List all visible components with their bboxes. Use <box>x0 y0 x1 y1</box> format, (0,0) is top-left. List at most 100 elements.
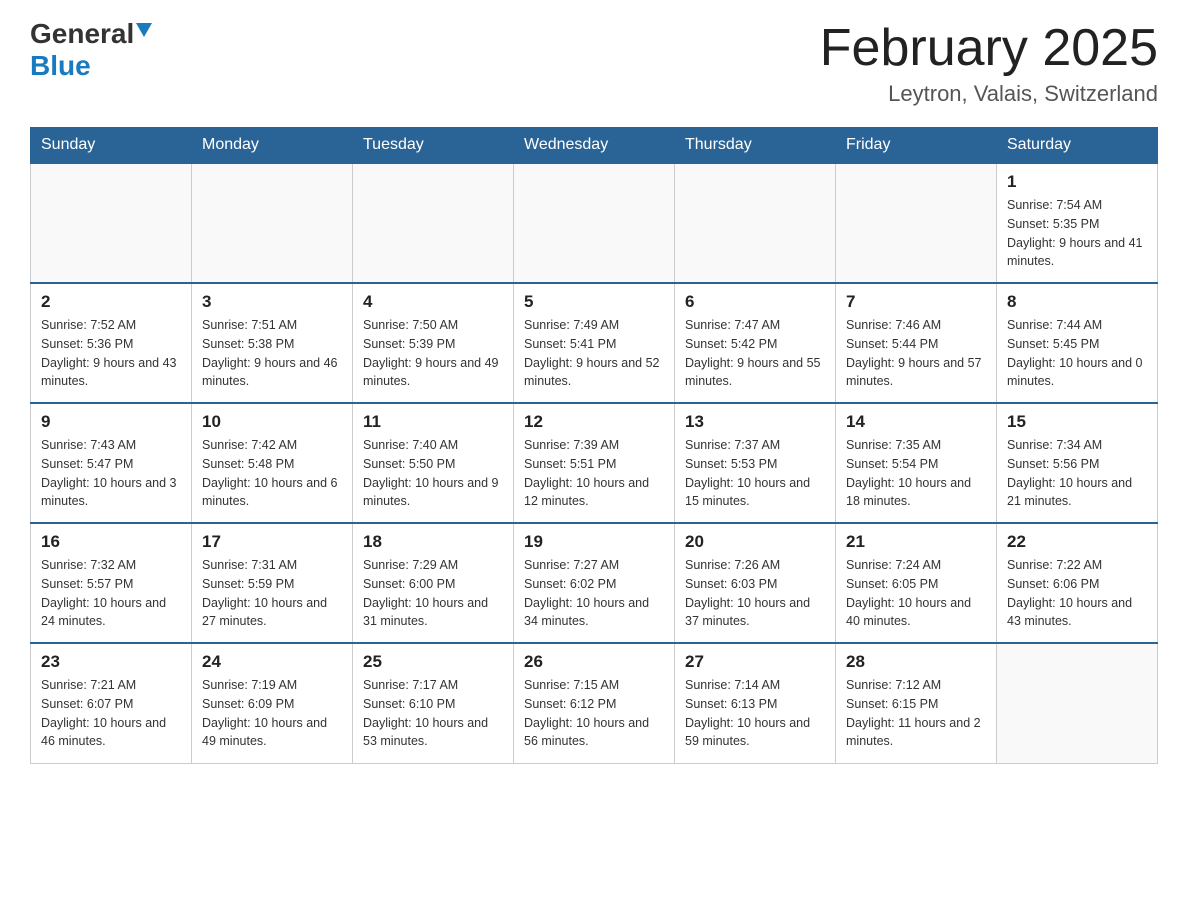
day-number: 27 <box>685 652 825 672</box>
calendar-cell: 12 Sunrise: 7:39 AMSunset: 5:51 PMDayligh… <box>514 403 675 523</box>
calendar-cell <box>192 163 353 283</box>
day-info: Sunrise: 7:24 AMSunset: 6:05 PMDaylight:… <box>846 556 986 631</box>
day-info: Sunrise: 7:22 AMSunset: 6:06 PMDaylight:… <box>1007 556 1147 631</box>
day-info: Sunrise: 7:46 AMSunset: 5:44 PMDaylight:… <box>846 316 986 391</box>
week-row-2: 2 Sunrise: 7:52 AMSunset: 5:36 PMDaylight… <box>31 283 1158 403</box>
calendar-cell: 18 Sunrise: 7:29 AMSunset: 6:00 PMDayligh… <box>353 523 514 643</box>
day-number: 17 <box>202 532 342 552</box>
calendar-cell: 22 Sunrise: 7:22 AMSunset: 6:06 PMDayligh… <box>997 523 1158 643</box>
day-info: Sunrise: 7:15 AMSunset: 6:12 PMDaylight:… <box>524 676 664 751</box>
day-info: Sunrise: 7:52 AMSunset: 5:36 PMDaylight:… <box>41 316 181 391</box>
day-number: 8 <box>1007 292 1147 312</box>
calendar-cell: 21 Sunrise: 7:24 AMSunset: 6:05 PMDayligh… <box>836 523 997 643</box>
day-number: 24 <box>202 652 342 672</box>
calendar-cell <box>353 163 514 283</box>
calendar-cell: 28Sunrise: 7:12 AMSunset: 6:15 PMDayligh… <box>836 643 997 763</box>
calendar-cell: 3Sunrise: 7:51 AMSunset: 5:38 PMDaylight… <box>192 283 353 403</box>
calendar-cell: 26 Sunrise: 7:15 AMSunset: 6:12 PMDayligh… <box>514 643 675 763</box>
week-row-1: 1Sunrise: 7:54 AMSunset: 5:35 PMDaylight… <box>31 163 1158 283</box>
weekday-header-tuesday: Tuesday <box>353 128 514 164</box>
day-info: Sunrise: 7:49 AMSunset: 5:41 PMDaylight:… <box>524 316 664 391</box>
day-number: 10 <box>202 412 342 432</box>
day-number: 6 <box>685 292 825 312</box>
day-number: 19 <box>524 532 664 552</box>
weekday-header-monday: Monday <box>192 128 353 164</box>
calendar-cell <box>31 163 192 283</box>
day-info: Sunrise: 7:19 AMSunset: 6:09 PMDaylight:… <box>202 676 342 751</box>
calendar-cell: 8Sunrise: 7:44 AMSunset: 5:45 PMDaylight… <box>997 283 1158 403</box>
day-number: 16 <box>41 532 181 552</box>
calendar-cell: 24 Sunrise: 7:19 AMSunset: 6:09 PMDayligh… <box>192 643 353 763</box>
calendar-cell: 2 Sunrise: 7:52 AMSunset: 5:36 PMDaylight… <box>31 283 192 403</box>
day-number: 23 <box>41 652 181 672</box>
logo-general-text: General <box>30 20 134 48</box>
day-info: Sunrise: 7:39 AMSunset: 5:51 PMDaylight:… <box>524 436 664 511</box>
calendar-cell: 1Sunrise: 7:54 AMSunset: 5:35 PMDaylight… <box>997 163 1158 283</box>
calendar-cell: 25Sunrise: 7:17 AMSunset: 6:10 PMDayligh… <box>353 643 514 763</box>
calendar-cell <box>997 643 1158 763</box>
calendar-cell: 20Sunrise: 7:26 AMSunset: 6:03 PMDayligh… <box>675 523 836 643</box>
day-number: 5 <box>524 292 664 312</box>
month-title: February 2025 <box>820 20 1158 77</box>
day-number: 18 <box>363 532 503 552</box>
calendar-cell: 10Sunrise: 7:42 AMSunset: 5:48 PMDayligh… <box>192 403 353 523</box>
location-title: Leytron, Valais, Switzerland <box>820 81 1158 107</box>
day-number: 25 <box>363 652 503 672</box>
day-info: Sunrise: 7:47 AMSunset: 5:42 PMDaylight:… <box>685 316 825 391</box>
day-number: 22 <box>1007 532 1147 552</box>
day-number: 11 <box>363 412 503 432</box>
weekday-header-wednesday: Wednesday <box>514 128 675 164</box>
day-number: 9 <box>41 412 181 432</box>
day-number: 4 <box>363 292 503 312</box>
weekday-header-friday: Friday <box>836 128 997 164</box>
day-number: 12 <box>524 412 664 432</box>
calendar-table: SundayMondayTuesdayWednesdayThursdayFrid… <box>30 127 1158 764</box>
day-info: Sunrise: 7:35 AMSunset: 5:54 PMDaylight:… <box>846 436 986 511</box>
day-info: Sunrise: 7:29 AMSunset: 6:00 PMDaylight:… <box>363 556 503 631</box>
day-number: 15 <box>1007 412 1147 432</box>
weekday-header-row: SundayMondayTuesdayWednesdayThursdayFrid… <box>31 128 1158 164</box>
day-info: Sunrise: 7:37 AMSunset: 5:53 PMDaylight:… <box>685 436 825 511</box>
day-number: 13 <box>685 412 825 432</box>
calendar-cell: 23 Sunrise: 7:21 AMSunset: 6:07 PMDayligh… <box>31 643 192 763</box>
day-info: Sunrise: 7:21 AMSunset: 6:07 PMDaylight:… <box>41 676 181 751</box>
day-info: Sunrise: 7:43 AMSunset: 5:47 PMDaylight:… <box>41 436 181 511</box>
day-info: Sunrise: 7:50 AMSunset: 5:39 PMDaylight:… <box>363 316 503 391</box>
day-number: 7 <box>846 292 986 312</box>
day-info: Sunrise: 7:32 AMSunset: 5:57 PMDaylight:… <box>41 556 181 631</box>
day-number: 14 <box>846 412 986 432</box>
day-number: 28 <box>846 652 986 672</box>
calendar-cell: 15 Sunrise: 7:34 AMSunset: 5:56 PMDayligh… <box>997 403 1158 523</box>
calendar-cell <box>836 163 997 283</box>
day-number: 26 <box>524 652 664 672</box>
calendar-cell: 13 Sunrise: 7:37 AMSunset: 5:53 PMDayligh… <box>675 403 836 523</box>
day-info: Sunrise: 7:26 AMSunset: 6:03 PMDaylight:… <box>685 556 825 631</box>
day-number: 3 <box>202 292 342 312</box>
calendar-cell: 11Sunrise: 7:40 AMSunset: 5:50 PMDayligh… <box>353 403 514 523</box>
page-header: General Blue February 2025 Leytron, Vala… <box>30 20 1158 107</box>
calendar-cell: 9 Sunrise: 7:43 AMSunset: 5:47 PMDaylight… <box>31 403 192 523</box>
day-number: 2 <box>41 292 181 312</box>
calendar-cell: 6 Sunrise: 7:47 AMSunset: 5:42 PMDaylight… <box>675 283 836 403</box>
calendar-cell: 4 Sunrise: 7:50 AMSunset: 5:39 PMDaylight… <box>353 283 514 403</box>
weekday-header-thursday: Thursday <box>675 128 836 164</box>
calendar-cell <box>675 163 836 283</box>
week-row-3: 9 Sunrise: 7:43 AMSunset: 5:47 PMDaylight… <box>31 403 1158 523</box>
title-block: February 2025 Leytron, Valais, Switzerla… <box>820 20 1158 107</box>
calendar-cell <box>514 163 675 283</box>
week-row-5: 23 Sunrise: 7:21 AMSunset: 6:07 PMDayligh… <box>31 643 1158 763</box>
day-number: 21 <box>846 532 986 552</box>
calendar-cell: 16 Sunrise: 7:32 AMSunset: 5:57 PMDayligh… <box>31 523 192 643</box>
calendar-cell: 14 Sunrise: 7:35 AMSunset: 5:54 PMDayligh… <box>836 403 997 523</box>
day-info: Sunrise: 7:34 AMSunset: 5:56 PMDaylight:… <box>1007 436 1147 511</box>
calendar-cell: 19 Sunrise: 7:27 AMSunset: 6:02 PMDayligh… <box>514 523 675 643</box>
day-info: Sunrise: 7:31 AMSunset: 5:59 PMDaylight:… <box>202 556 342 631</box>
day-info: Sunrise: 7:14 AMSunset: 6:13 PMDaylight:… <box>685 676 825 751</box>
day-info: Sunrise: 7:54 AMSunset: 5:35 PMDaylight:… <box>1007 196 1147 271</box>
calendar-cell: 5 Sunrise: 7:49 AMSunset: 5:41 PMDaylight… <box>514 283 675 403</box>
day-info: Sunrise: 7:27 AMSunset: 6:02 PMDaylight:… <box>524 556 664 631</box>
logo-blue-text: Blue <box>30 50 91 82</box>
calendar-cell: 7 Sunrise: 7:46 AMSunset: 5:44 PMDaylight… <box>836 283 997 403</box>
logo: General Blue <box>30 20 152 82</box>
logo-triangle-icon <box>136 23 152 37</box>
